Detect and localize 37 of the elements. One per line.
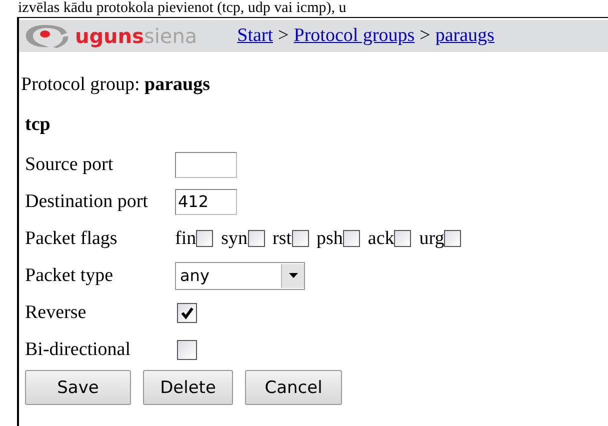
form-button[interactable]: Cancel [245,370,342,405]
checkbox[interactable] [177,340,197,360]
breadcrumb-link[interactable]: paraugs [435,25,494,47]
checkbox[interactable] [444,230,462,247]
field-label: Packet type [25,264,114,286]
field-label: Packet flags [25,228,118,250]
breadcrumb-separator: > [420,25,430,47]
flag-label: rst [272,228,292,250]
document-text: izvēlas kādu protokola pievienot (tcp, udp vai icmp), u [17,0,348,17]
breadcrumb-link[interactable]: Protocol groups [294,25,415,47]
logo-text: uguns [75,24,144,48]
checkbox[interactable] [394,230,412,247]
checkbox[interactable] [342,230,360,247]
caret-icon [288,273,298,278]
breadcrumb-separator: > [278,25,289,47]
field-label: Source port [25,154,114,176]
checkbox[interactable] [177,302,197,322]
flag-label: syn [221,228,248,250]
group-label: Protocol group: paraugs [21,74,211,96]
input-field[interactable] [175,152,237,178]
checkbox[interactable] [196,230,214,247]
form-button[interactable]: Delete [143,370,233,405]
field-label: Bi-directional [25,338,132,360]
checkbox[interactable] [248,230,265,247]
logo-text: siena [144,24,198,48]
dropdown[interactable]: any [175,262,305,290]
checkbox[interactable] [292,230,309,247]
flag-label: ack [368,228,394,250]
field-label: Destination port [25,190,149,212]
input-field[interactable]: 412 [175,188,237,214]
section-title: tcp [24,114,52,136]
flag-label: urg [419,228,444,250]
flag-label: fin [175,228,196,250]
field-label: Reverse [25,302,88,324]
flag-label: psh [316,228,343,250]
form-button[interactable]: Save [25,370,131,405]
breadcrumb-link[interactable]: Start [237,25,274,47]
